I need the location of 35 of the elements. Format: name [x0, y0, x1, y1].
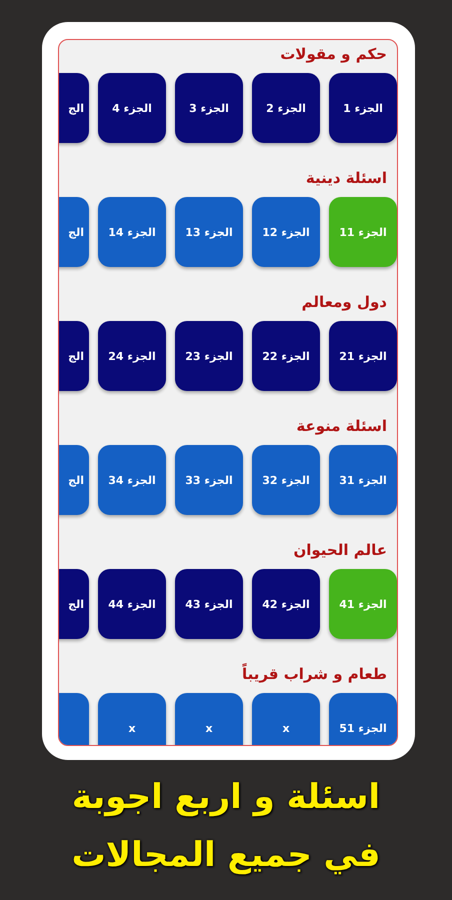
category-title: حكم و مقولات [279, 44, 388, 65]
level-tile[interactable]: الجزء 14 [98, 197, 166, 267]
level-tile[interactable]: x [175, 693, 243, 745]
category-title: طعام و شراب قريباً [240, 662, 388, 685]
caption-text: اسئلة و اربع اجوبة [70, 776, 382, 819]
level-tile[interactable]: الجزء 33 [175, 445, 243, 515]
level-tile[interactable]: الجزء 23 [175, 321, 243, 391]
category-title: اسئلة منوعة [295, 416, 388, 437]
level-tile[interactable]: الج [59, 73, 89, 143]
level-tile[interactable]: الج [59, 197, 89, 267]
level-tile[interactable]: الجزء 34 [98, 445, 166, 515]
level-tile[interactable]: الجزء 12 [252, 197, 320, 267]
level-tile[interactable]: الجزء 24 [98, 321, 166, 391]
level-tile[interactable]: الج [59, 321, 89, 391]
category-title: اسئلة دينية [304, 168, 388, 189]
level-tile[interactable]: الجزء 32 [252, 445, 320, 515]
level-tile[interactable]: الجزء 2 [252, 73, 320, 143]
level-tile[interactable]: الج [59, 569, 89, 639]
level-tile[interactable]: الجزء 13 [175, 197, 243, 267]
level-tile[interactable]: الجزء 51 [329, 693, 397, 745]
level-tile[interactable]: الجزء 22 [252, 321, 320, 391]
level-tile[interactable]: الجزء 1 [329, 73, 397, 143]
level-tile[interactable]: الجزء 42 [252, 569, 320, 639]
level-tile[interactable]: الجزء 44 [98, 569, 166, 639]
caption-text: في جميع المجالات [70, 834, 382, 877]
category-title: دول ومعالم [300, 292, 388, 313]
level-tile[interactable]: x [252, 693, 320, 745]
level-tile[interactable]: الجزء 21 [329, 321, 397, 391]
level-tile[interactable]: الجزء 31 [329, 445, 397, 515]
category-title: عالم الحيوان [292, 540, 388, 561]
level-tile[interactable]: الجزء 43 [175, 569, 243, 639]
level-tile[interactable]: الجزء 4 [98, 73, 166, 143]
level-tile[interactable]: الج [59, 445, 89, 515]
level-tile[interactable]: x [98, 693, 166, 745]
level-tile[interactable]: الجزء 3 [175, 73, 243, 143]
